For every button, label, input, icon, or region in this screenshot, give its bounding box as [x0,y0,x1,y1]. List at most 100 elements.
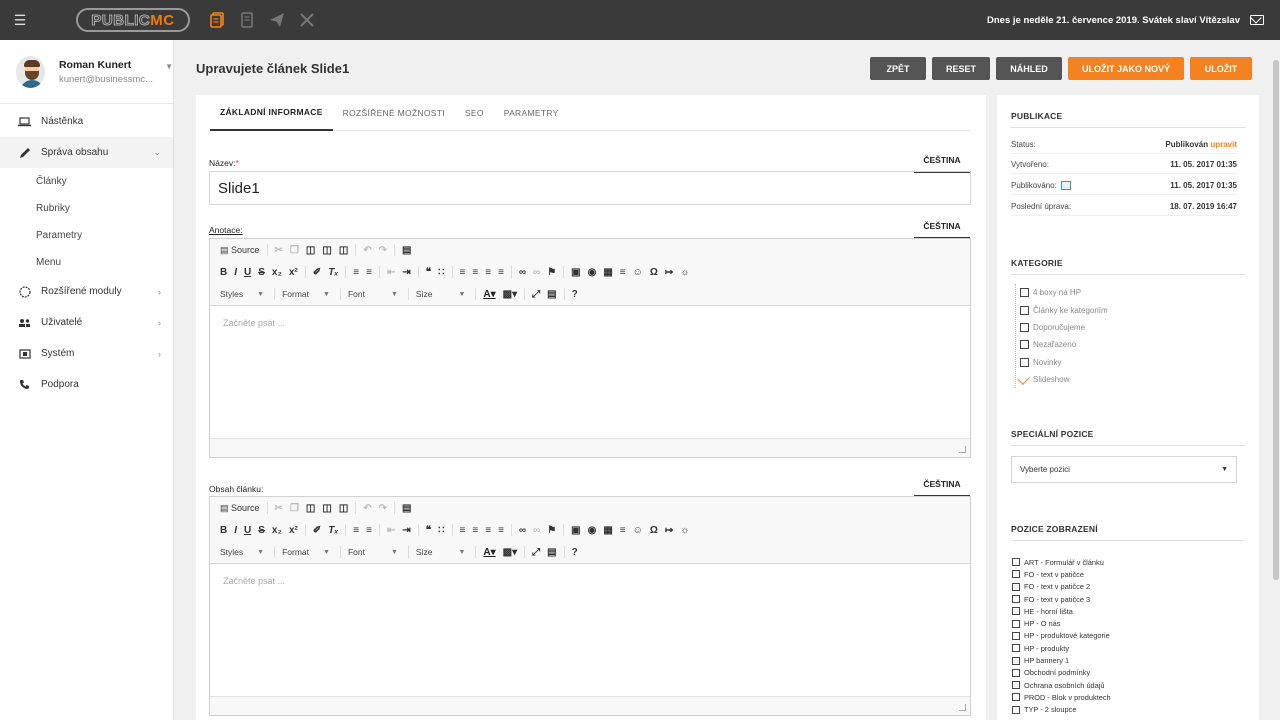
position-item[interactable]: ART - Formulář v článku [1012,556,1111,568]
name-input[interactable]: Slide1 [209,171,971,205]
checkbox[interactable] [1020,305,1029,315]
sidebar-subitem-articles[interactable]: Články [0,168,173,195]
superscript-icon[interactable]: x² [289,267,298,278]
outdent-icon[interactable]: ⇤ [387,525,395,536]
scrollbar-thumb[interactable] [1273,60,1279,580]
superscript-icon[interactable]: x² [289,525,298,536]
format-dropdown[interactable]: Format ▼ [282,289,330,299]
checkbox[interactable] [1020,340,1029,350]
sidebar-item-content[interactable]: Správa obsahu ⌄ [0,137,173,168]
tab-parameters[interactable]: PARAMETRY [494,95,569,131]
image-icon[interactable]: ▣ [571,267,580,278]
justify-icon[interactable]: ≡ [498,525,504,536]
format-dropdown[interactable]: Format ▼ [282,547,330,557]
save-button[interactable]: ULOŽIT [1190,57,1252,80]
source-button[interactable]: ▤ Source [220,245,260,256]
sidebar-item-system[interactable]: Systém › [0,338,173,369]
unlink-icon[interactable]: ∞ [533,267,540,278]
align-left-icon[interactable]: ≡ [460,267,466,278]
paste-text-icon[interactable]: ◫ [322,245,331,256]
save-as-new-button[interactable]: ULOŽIT JAKO NOVÝ [1068,57,1184,80]
category-item[interactable]: Články ke kategoriím [1016,301,1108,318]
blockquote-icon[interactable]: ❝ [426,267,431,278]
position-item[interactable]: HP bannery 1 [1012,654,1111,666]
bullet-list-icon[interactable]: ≡ [366,525,372,536]
resize-handle[interactable] [210,439,970,457]
forms-tool[interactable] [232,0,262,40]
calendar-icon[interactable] [1061,181,1072,191]
preview-button[interactable]: NÁHLED [996,57,1062,80]
sidebar-subitem-parameters[interactable]: Parametry [0,222,173,249]
page-scrollbar[interactable] [1272,40,1280,720]
remove-format-icon[interactable]: Tₓ [328,267,338,278]
align-center-icon[interactable]: ≡ [472,525,478,536]
cut-icon[interactable]: ✂ [275,503,283,514]
size-dropdown[interactable]: Size ▼ [416,289,465,299]
redo-icon[interactable]: ↷ [379,503,387,514]
link-icon[interactable]: ∞ [519,525,526,536]
special-char-icon[interactable]: Ω [650,267,658,278]
position-item[interactable]: HP - O nás [1012,617,1111,629]
div-container-icon[interactable]: ∷ [438,525,444,536]
category-item[interactable]: Doporučujeme [1016,319,1108,336]
font-dropdown[interactable]: Font ▼ [348,547,398,557]
content-text-area[interactable]: Začněte psát ... [210,563,970,697]
checkbox[interactable] [1020,322,1029,332]
paste-text-icon[interactable]: ◫ [322,503,331,514]
page-break-insert-icon[interactable]: ↦ [665,267,673,278]
sidebar-item-support[interactable]: Podpora [0,369,173,400]
iframe-globe-icon[interactable]: ☼ [680,525,689,536]
strike-icon[interactable]: S [258,525,265,536]
category-item[interactable]: Novinky [1016,354,1108,371]
position-item[interactable]: PROD - Blok v produktech [1012,691,1111,703]
italic-icon[interactable]: I [234,525,237,536]
flash-icon[interactable]: ◉ [588,525,597,536]
position-item[interactable]: Obchodní podmínky [1012,667,1111,679]
tab-advanced[interactable]: ROZŠÍŘENÉ MOŽNOSTI [333,95,455,131]
link-icon[interactable]: ∞ [519,267,526,278]
bg-color-icon[interactable]: ▩▾ [503,289,517,300]
special-char-icon[interactable]: Ω [650,525,658,536]
text-color-icon[interactable]: A▾ [483,289,495,300]
show-blocks-icon[interactable]: ▤ [547,289,556,300]
checkbox[interactable] [1020,288,1029,298]
checkmark-icon[interactable] [1017,371,1030,385]
align-right-icon[interactable]: ≡ [485,525,491,536]
bold-icon[interactable]: B [220,525,227,536]
copy-format-icon[interactable]: ✐ [313,267,321,278]
bg-color-icon[interactable]: ▩▾ [503,547,517,558]
blockquote-icon[interactable]: ❝ [426,525,431,536]
sidebar-item-users[interactable]: Uživatelé › [0,307,173,338]
text-color-icon[interactable]: A▾ [483,547,495,558]
sidebar-subitem-sections[interactable]: Rubriky [0,195,173,222]
cut-icon[interactable]: ✂ [275,245,283,256]
styles-dropdown[interactable]: Styles ▼ [220,289,264,299]
position-item[interactable]: HE - horní lišta [1012,605,1111,617]
undo-icon[interactable]: ↶ [363,503,371,514]
category-item[interactable]: Nezařazeno [1016,336,1108,353]
reset-button[interactable]: RESET [932,57,990,80]
numbered-list-icon[interactable]: ≡ [353,267,359,278]
page-break-icon[interactable]: ▤ [402,503,411,514]
horizontal-line-icon[interactable]: ≡ [620,267,626,278]
numbered-list-icon[interactable]: ≡ [353,525,359,536]
remove-format-icon[interactable]: Tₓ [328,525,338,536]
page-break-insert-icon[interactable]: ↦ [665,525,673,536]
smiley-icon[interactable]: ☺ [633,525,643,536]
category-item[interactable]: 4 boxy na HP [1016,284,1108,301]
annotation-text-area[interactable]: Začněte psát ... [210,305,970,439]
outdent-icon[interactable]: ⇤ [387,267,395,278]
align-left-icon[interactable]: ≡ [460,525,466,536]
publicmc-logo[interactable]: PUBLIC MC [76,8,190,32]
page-break-icon[interactable]: ▤ [402,245,411,256]
redo-icon[interactable]: ↷ [379,245,387,256]
bullet-list-icon[interactable]: ≡ [366,267,372,278]
paste-icon[interactable]: ◫ [306,503,315,514]
mail-icon[interactable] [1250,15,1264,25]
settings-tool[interactable] [292,0,322,40]
annotation-language-tab[interactable]: ČEŠTINA [914,221,970,239]
subscript-icon[interactable]: x₂ [272,267,282,278]
checkbox[interactable] [1020,357,1029,367]
image-icon[interactable]: ▣ [571,525,580,536]
styles-dropdown[interactable]: Styles ▼ [220,547,264,557]
